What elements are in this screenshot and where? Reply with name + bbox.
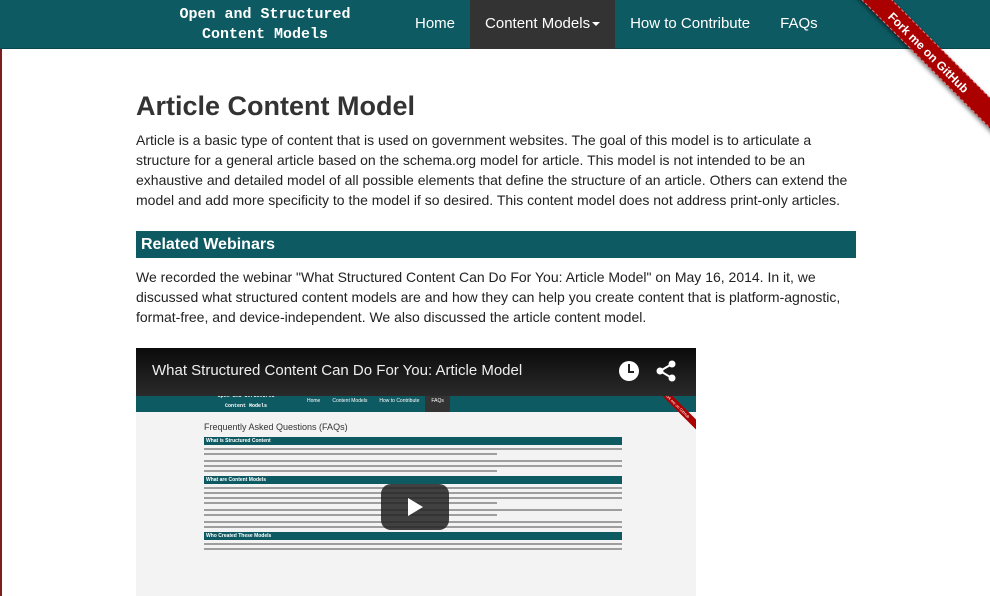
intro-paragraph: Article is a basic type of content that … bbox=[136, 132, 848, 208]
share-icon[interactable] bbox=[656, 360, 676, 382]
play-button-icon[interactable] bbox=[381, 484, 449, 530]
video-thumb-section-3: Who Created These Models bbox=[204, 532, 622, 540]
github-ribbon-container: Fork me on GitHub bbox=[841, 0, 990, 149]
nav-content-models[interactable]: Content Models bbox=[470, 0, 616, 49]
window-edge bbox=[0, 49, 2, 596]
video-thumb-section-1: What is Structured Content bbox=[204, 437, 622, 445]
fork-on-github-ribbon[interactable]: Fork me on GitHub bbox=[846, 0, 990, 135]
video-thumb-ribbon: Fork me on GitHub bbox=[651, 390, 696, 433]
video-title-bar: What Structured Content Can Do For You: … bbox=[136, 348, 696, 396]
nav-faqs[interactable]: FAQs bbox=[765, 0, 833, 49]
watch-later-clock-icon[interactable] bbox=[619, 361, 639, 381]
caret-down-icon bbox=[592, 22, 601, 27]
page-title: Article Content Model bbox=[136, 91, 416, 121]
video-thumb-page: Frequently Asked Questions (FAQs) What i… bbox=[204, 412, 622, 553]
video-thumb-text-3 bbox=[204, 543, 622, 550]
related-webinars-heading: Related Webinars bbox=[136, 231, 856, 258]
site-brand[interactable]: Open and Structured Content Models bbox=[160, 5, 370, 45]
nav-how-to-contribute[interactable]: How to Contribute bbox=[615, 0, 765, 49]
video-thumb-ribbon-container: Fork me on GitHub bbox=[651, 390, 696, 435]
video-thumb-section-2: What are Content Models bbox=[204, 476, 622, 484]
video-embed[interactable]: Open and Structured Content Models Home … bbox=[136, 348, 696, 596]
nav-content-models-label: Content Models bbox=[485, 15, 591, 32]
video-title[interactable]: What Structured Content Can Do For You: … bbox=[152, 362, 522, 380]
webinar-paragraph: We recorded the webinar "What Structured… bbox=[136, 269, 841, 325]
main-nav: Home Content Models How to Contribute FA… bbox=[400, 0, 833, 49]
video-thumb-text-1 bbox=[204, 448, 622, 472]
nav-home[interactable]: Home bbox=[400, 0, 470, 49]
video-thumb-heading: Frequently Asked Questions (FAQs) bbox=[204, 422, 348, 432]
main-content: Article Content Model Article is a basic… bbox=[136, 50, 856, 327]
